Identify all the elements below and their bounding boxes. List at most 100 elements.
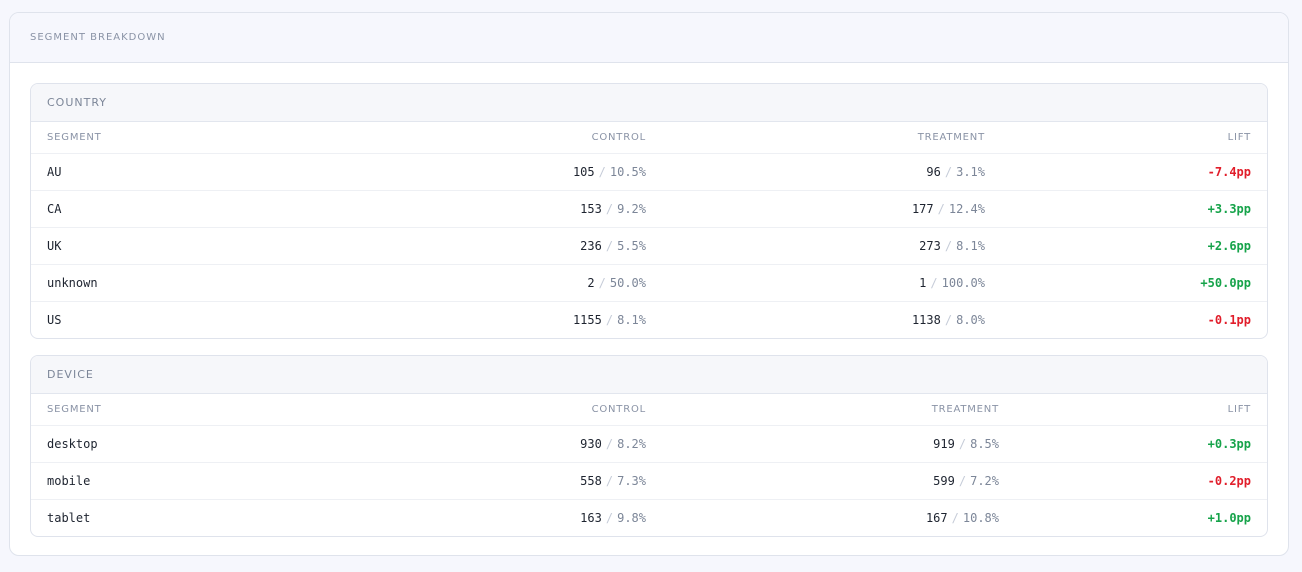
control-cell: 153/9.2% — [331, 190, 646, 228]
separator: / — [605, 312, 614, 327]
table-row: UK 236/5.5% 273/8.1% +2.6pp — [31, 227, 1267, 265]
segment-name: AU — [31, 153, 331, 191]
treatment-count: 96 — [926, 164, 941, 179]
treatment-count: 273 — [919, 238, 941, 253]
header-control: CONTROL — [331, 122, 646, 154]
segment-breakdown-panel: SEGMENT BREAKDOWN COUNTRY SEGMENT CONTRO… — [9, 12, 1289, 556]
lift-value: -0.1pp — [1207, 312, 1251, 327]
table-row: desktop 930/8.2% 919/8.5% +0.3pp — [31, 425, 1267, 463]
control-cell: 236/5.5% — [331, 227, 646, 265]
treatment-cell: 1/100.0% — [646, 264, 985, 302]
treatment-cell: 273/8.1% — [646, 227, 985, 265]
lift-value: +0.3pp — [999, 425, 1267, 463]
segment-name: CA — [31, 190, 331, 228]
header-lift: LIFT — [999, 394, 1267, 426]
control-pct: 8.2% — [617, 436, 646, 451]
segment-table: SEGMENT CONTROL TREATMENT LIFT AU 105/10… — [31, 122, 1267, 338]
table-row: US 1155/8.1% 1138/8.0% -0.1pp — [31, 301, 1267, 338]
treatment-cell: 96/3.1% — [646, 153, 985, 191]
lift-value: -7.4pp — [985, 153, 1267, 191]
treatment-count: 919 — [933, 436, 955, 451]
segment-table: SEGMENT CONTROL TREATMENT LIFT desktop 9… — [31, 394, 1267, 536]
panel-body: COUNTRY SEGMENT CONTROL TREATMENT LIFT A… — [10, 63, 1288, 555]
treatment-pct: 8.1% — [956, 238, 985, 253]
card-header: COUNTRY — [31, 84, 1267, 122]
segment-name: desktop — [31, 425, 331, 463]
treatment-pct: 10.8% — [962, 510, 999, 525]
header-segment: SEGMENT — [31, 122, 331, 154]
control-count: 236 — [580, 238, 602, 253]
control-pct: 50.0% — [609, 275, 646, 290]
segment-name: tablet — [47, 510, 91, 525]
table-row: CA 153/9.2% 177/12.4% +3.3pp — [31, 190, 1267, 228]
header-treatment: TREATMENT — [646, 122, 985, 154]
treatment-pct: 7.2% — [970, 473, 999, 488]
control-count: 105 — [572, 164, 595, 179]
control-count: 1155 — [572, 312, 602, 327]
control-cell: 1155/8.1% — [331, 301, 646, 338]
separator: / — [937, 201, 945, 216]
segment-name: US — [47, 312, 62, 327]
country-card: COUNTRY SEGMENT CONTROL TREATMENT LIFT A… — [30, 83, 1268, 339]
card-title: COUNTRY — [47, 96, 107, 109]
separator: / — [944, 312, 953, 327]
control-count: 930 — [580, 436, 602, 451]
separator: / — [951, 510, 959, 525]
control-pct: 7.3% — [617, 473, 646, 488]
lift-value: -0.2pp — [999, 462, 1267, 500]
lift-value: +1.0pp — [1207, 510, 1251, 525]
control-cell: 2/50.0% — [331, 264, 646, 302]
header-control: CONTROL — [331, 394, 646, 426]
control-cell: 105/10.5% — [331, 153, 646, 191]
treatment-count: 1 — [919, 275, 927, 290]
separator: / — [605, 201, 614, 216]
control-count: 153 — [580, 201, 602, 216]
table-header-row: SEGMENT CONTROL TREATMENT LIFT — [31, 394, 1267, 426]
header-lift: LIFT — [985, 122, 1267, 154]
table-row: mobile 558/7.3% 599/7.2% -0.2pp — [31, 462, 1267, 500]
treatment-pct: 8.0% — [956, 312, 985, 327]
separator: / — [958, 473, 967, 488]
lift-value: +50.0pp — [985, 264, 1267, 302]
treatment-pct: 12.4% — [948, 201, 985, 216]
header-segment: SEGMENT — [31, 394, 331, 426]
control-pct: 9.2% — [617, 201, 646, 216]
treatment-count: 177 — [911, 201, 934, 216]
separator: / — [605, 473, 614, 488]
control-cell: 163/9.8% — [331, 499, 646, 536]
treatment-cell: 1138/8.0% — [646, 301, 985, 338]
separator: / — [944, 238, 953, 253]
treatment-cell: 167/10.8% — [646, 499, 999, 536]
treatment-cell: 599/7.2% — [646, 462, 999, 500]
table-row: tablet 163/9.8% 167/10.8% +1.0pp — [31, 499, 1267, 536]
control-pct: 10.5% — [609, 164, 646, 179]
card-header: DEVICE — [31, 356, 1267, 394]
panel-header: SEGMENT BREAKDOWN — [10, 13, 1288, 63]
treatment-pct: 3.1% — [956, 164, 985, 179]
lift-value: +3.3pp — [985, 190, 1267, 228]
panel-title: SEGMENT BREAKDOWN — [30, 32, 166, 43]
separator: / — [605, 510, 614, 525]
control-count: 2 — [587, 275, 595, 290]
segment-name: UK — [31, 227, 331, 265]
treatment-pct: 100.0% — [941, 275, 985, 290]
control-pct: 9.8% — [617, 510, 646, 525]
separator: / — [958, 436, 967, 451]
table-row: AU 105/10.5% 96/3.1% -7.4pp — [31, 153, 1267, 191]
treatment-count: 167 — [925, 510, 948, 525]
control-count: 163 — [580, 510, 602, 525]
control-pct: 5.5% — [617, 238, 646, 253]
treatment-pct: 8.5% — [970, 436, 999, 451]
table-row: unknown 2/50.0% 1/100.0% +50.0pp — [31, 264, 1267, 302]
treatment-count: 599 — [933, 473, 955, 488]
segment-name: unknown — [31, 264, 331, 302]
treatment-count: 1138 — [911, 312, 941, 327]
separator: / — [605, 436, 614, 451]
control-count: 558 — [580, 473, 602, 488]
segment-name: mobile — [31, 462, 331, 500]
control-cell: 930/8.2% — [331, 425, 646, 463]
header-treatment: TREATMENT — [646, 394, 999, 426]
treatment-cell: 919/8.5% — [646, 425, 999, 463]
table-header-row: SEGMENT CONTROL TREATMENT LIFT — [31, 122, 1267, 154]
separator: / — [930, 275, 938, 290]
